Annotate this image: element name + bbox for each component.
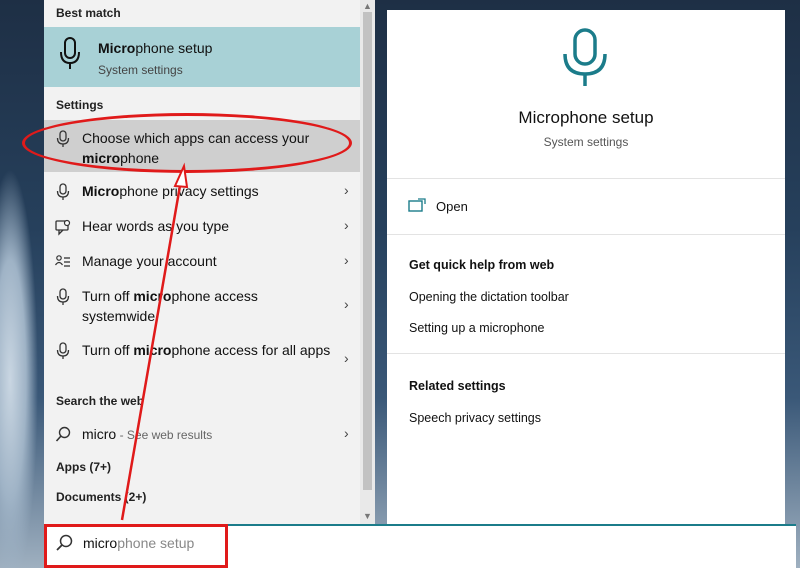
chevron-right-icon[interactable]: › [344, 296, 349, 312]
divider [387, 178, 785, 179]
chevron-right-icon[interactable]: › [344, 425, 349, 441]
settings-item-turn-off-systemwide[interactable]: Turn off microphone access systemwide › [44, 285, 360, 329]
microphone-icon [56, 288, 70, 305]
chevron-right-icon[interactable]: › [344, 182, 349, 198]
best-match-subtitle: System settings [98, 63, 183, 77]
web-search-label: micro - See web results [82, 426, 213, 442]
best-match-header: Best match [56, 6, 121, 20]
settings-item-label: Microphone privacy settings [82, 183, 259, 199]
settings-item-hear-words[interactable]: Hear words as you type › [44, 215, 360, 239]
microphone-icon [56, 183, 70, 200]
open-button[interactable]: Open [436, 199, 468, 214]
chevron-right-icon[interactable]: › [344, 217, 349, 233]
annotation-box [44, 524, 228, 568]
chevron-right-icon[interactable]: › [344, 252, 349, 268]
scrollbar-thumb[interactable] [363, 12, 372, 490]
best-match-item[interactable] [44, 27, 360, 87]
quick-help-link[interactable]: Setting up a microphone [409, 321, 545, 335]
settings-item-manage-account[interactable]: Manage your account › [44, 250, 360, 274]
quick-help-header: Get quick help from web [409, 258, 555, 272]
chevron-right-icon[interactable]: › [344, 350, 349, 366]
related-settings-header: Related settings [409, 379, 506, 393]
microphone-icon [563, 28, 607, 86]
apps-header[interactable]: Apps (7+) [56, 460, 111, 474]
open-icon [408, 198, 426, 212]
settings-header: Settings [56, 98, 104, 112]
annotation-ellipse [22, 113, 352, 173]
best-match-title: Microphone setup [98, 40, 213, 56]
divider [387, 353, 785, 354]
search-icon [55, 426, 71, 442]
scroll-up-icon[interactable]: ▲ [360, 0, 375, 12]
divider [387, 234, 785, 235]
account-list-icon [55, 255, 70, 267]
settings-item-turn-off-all-apps[interactable]: Turn off microphone access for all apps … [44, 339, 360, 383]
speech-icon [55, 219, 71, 236]
microphone-icon [56, 342, 70, 359]
microphone-icon [60, 37, 80, 69]
settings-item-label: Turn off microphone access for all apps [82, 342, 331, 358]
details-title: Microphone setup [518, 108, 654, 127]
scroll-down-icon[interactable]: ▼ [360, 510, 375, 522]
settings-item-label: Hear words as you type [82, 218, 230, 234]
quick-help-link[interactable]: Opening the dictation toolbar [409, 290, 569, 304]
documents-header[interactable]: Documents (2+) [56, 490, 146, 504]
settings-item-label: Manage your account [82, 253, 217, 269]
settings-item-label: Turn off microphone access systemwide [82, 288, 258, 324]
web-search-item[interactable]: micro - See web results › [44, 423, 360, 447]
settings-item-privacy[interactable]: Microphone privacy settings › [44, 180, 360, 204]
details-subtitle: System settings [543, 135, 629, 149]
web-header: Search the web [56, 394, 145, 408]
related-settings-link[interactable]: Speech privacy settings [409, 411, 541, 425]
